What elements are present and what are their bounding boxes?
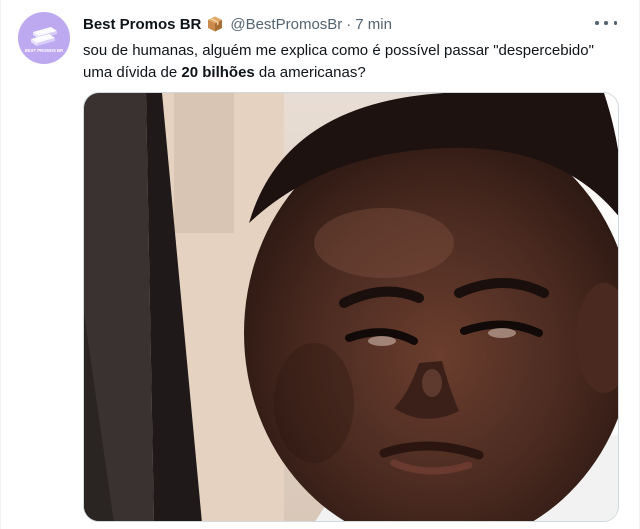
display-name[interactable]: Best Promos BR xyxy=(83,16,201,33)
avatar-caption: BEST PROMOS BR xyxy=(25,48,63,53)
tweet-text-part2: da americanas? xyxy=(254,64,366,81)
tweet-header: Best Promos BR @BestPromosBr · 7 min xyxy=(83,14,619,34)
more-options-icon[interactable] xyxy=(595,14,617,32)
reaction-meme-photo xyxy=(84,93,618,521)
tweet-text-bold: 20 bilhões xyxy=(181,64,255,81)
timestamp[interactable]: 7 min xyxy=(355,16,392,33)
tweet-card[interactable]: BEST PROMOS BR Best Promos BR @BestPromo… xyxy=(0,0,640,529)
avatar[interactable]: BEST PROMOS BR xyxy=(18,12,70,64)
user-handle[interactable]: @BestPromosBr xyxy=(230,16,342,33)
tweet-media-photo[interactable] xyxy=(83,92,619,522)
books-icon: BEST PROMOS BR xyxy=(25,27,63,53)
tweet-text: sou de humanas, alguém me explica como é… xyxy=(83,40,621,84)
separator-dot: · xyxy=(346,15,352,33)
package-icon xyxy=(206,15,224,33)
